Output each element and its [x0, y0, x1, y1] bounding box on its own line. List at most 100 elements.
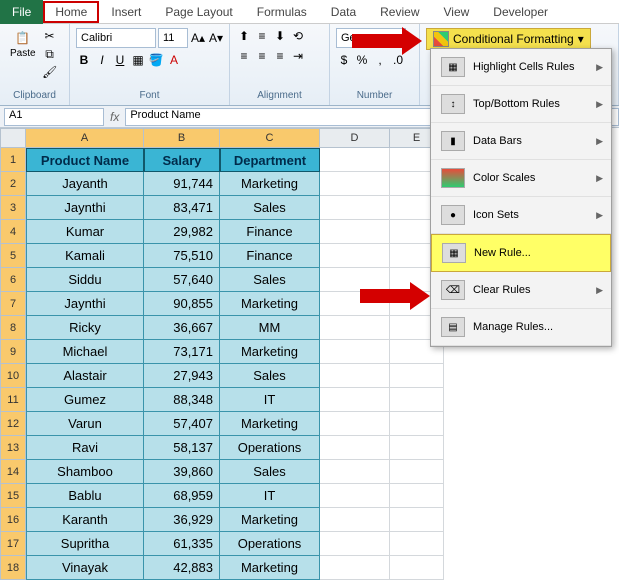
- empty-cell[interactable]: [320, 196, 390, 220]
- empty-cell[interactable]: [320, 388, 390, 412]
- row-header[interactable]: 16: [0, 508, 26, 532]
- cut-icon[interactable]: ✂: [42, 28, 58, 44]
- row-header[interactable]: 11: [0, 388, 26, 412]
- tab-developer[interactable]: Developer: [481, 1, 560, 23]
- empty-cell[interactable]: [320, 340, 390, 364]
- row-header[interactable]: 14: [0, 460, 26, 484]
- row-header[interactable]: 4: [0, 220, 26, 244]
- data-cell[interactable]: Ravi: [26, 436, 144, 460]
- data-cell[interactable]: Sales: [220, 460, 320, 484]
- menu-icon-sets[interactable]: ● Icon Sets ▶: [431, 197, 611, 234]
- data-cell[interactable]: IT: [220, 484, 320, 508]
- empty-cell[interactable]: [320, 436, 390, 460]
- data-cell[interactable]: Bablu: [26, 484, 144, 508]
- tab-formulas[interactable]: Formulas: [245, 1, 319, 23]
- empty-cell[interactable]: [320, 364, 390, 388]
- underline-icon[interactable]: U: [112, 52, 128, 68]
- empty-cell[interactable]: [320, 412, 390, 436]
- col-header-a[interactable]: A: [26, 128, 144, 148]
- font-size-select[interactable]: 11: [158, 28, 188, 48]
- empty-cell[interactable]: [390, 556, 444, 580]
- bold-icon[interactable]: B: [76, 52, 92, 68]
- data-cell[interactable]: Marketing: [220, 412, 320, 436]
- empty-cell[interactable]: [320, 220, 390, 244]
- data-cell[interactable]: 90,855: [144, 292, 220, 316]
- data-cell[interactable]: Ricky: [26, 316, 144, 340]
- col-header-b[interactable]: B: [144, 128, 220, 148]
- data-cell[interactable]: 36,929: [144, 508, 220, 532]
- data-cell[interactable]: 75,510: [144, 244, 220, 268]
- data-cell[interactable]: 42,883: [144, 556, 220, 580]
- tab-view[interactable]: View: [432, 1, 482, 23]
- align-middle-icon[interactable]: ≡: [254, 28, 270, 44]
- currency-icon[interactable]: $: [336, 52, 352, 68]
- row-header[interactable]: 10: [0, 364, 26, 388]
- data-cell[interactable]: 39,860: [144, 460, 220, 484]
- data-cell[interactable]: 29,982: [144, 220, 220, 244]
- empty-cell[interactable]: [390, 508, 444, 532]
- empty-cell[interactable]: [320, 484, 390, 508]
- row-header[interactable]: 15: [0, 484, 26, 508]
- menu-clear-rules[interactable]: ⌫ Clear Rules ▶: [431, 272, 611, 309]
- data-cell[interactable]: Marketing: [220, 340, 320, 364]
- header-cell[interactable]: Product Name: [26, 148, 144, 172]
- menu-data-bars[interactable]: ▮ Data Bars ▶: [431, 123, 611, 160]
- data-cell[interactable]: 83,471: [144, 196, 220, 220]
- data-cell[interactable]: 61,335: [144, 532, 220, 556]
- data-cell[interactable]: Marketing: [220, 292, 320, 316]
- data-cell[interactable]: Supritha: [26, 532, 144, 556]
- menu-manage-rules[interactable]: ▤ Manage Rules...: [431, 309, 611, 346]
- grow-font-icon[interactable]: A▴: [190, 30, 206, 46]
- empty-cell[interactable]: [320, 316, 390, 340]
- name-box[interactable]: A1: [4, 108, 104, 126]
- row-header[interactable]: 13: [0, 436, 26, 460]
- row-header[interactable]: 1: [0, 148, 26, 172]
- empty-cell[interactable]: [320, 508, 390, 532]
- align-center-icon[interactable]: ≡: [254, 48, 270, 64]
- empty-cell[interactable]: [320, 460, 390, 484]
- data-cell[interactable]: Finance: [220, 220, 320, 244]
- data-cell[interactable]: Sales: [220, 364, 320, 388]
- empty-cell[interactable]: [320, 172, 390, 196]
- fill-color-icon[interactable]: 🪣: [148, 52, 164, 68]
- data-cell[interactable]: IT: [220, 388, 320, 412]
- align-left-icon[interactable]: ≡: [236, 48, 252, 64]
- tab-data[interactable]: Data: [319, 1, 368, 23]
- col-header-c[interactable]: C: [220, 128, 320, 148]
- empty-cell[interactable]: [390, 460, 444, 484]
- data-cell[interactable]: Jayanth: [26, 172, 144, 196]
- row-header[interactable]: 12: [0, 412, 26, 436]
- empty-cell[interactable]: [320, 148, 390, 172]
- empty-cell[interactable]: [390, 532, 444, 556]
- select-all-corner[interactable]: [0, 128, 26, 148]
- row-header[interactable]: 17: [0, 532, 26, 556]
- align-right-icon[interactable]: ≡: [272, 48, 288, 64]
- empty-cell[interactable]: [320, 556, 390, 580]
- data-cell[interactable]: Alastair: [26, 364, 144, 388]
- italic-icon[interactable]: I: [94, 52, 110, 68]
- row-header[interactable]: 5: [0, 244, 26, 268]
- data-cell[interactable]: 58,137: [144, 436, 220, 460]
- empty-cell[interactable]: [390, 388, 444, 412]
- empty-cell[interactable]: [390, 412, 444, 436]
- conditional-formatting-button[interactable]: Conditional Formatting ▾: [426, 28, 591, 50]
- paste-button[interactable]: 📋 Paste: [6, 28, 40, 61]
- data-cell[interactable]: Marketing: [220, 556, 320, 580]
- data-cell[interactable]: Gumez: [26, 388, 144, 412]
- row-header[interactable]: 8: [0, 316, 26, 340]
- row-header[interactable]: 6: [0, 268, 26, 292]
- empty-cell[interactable]: [390, 484, 444, 508]
- tab-page-layout[interactable]: Page Layout: [153, 1, 244, 23]
- row-header[interactable]: 7: [0, 292, 26, 316]
- font-name-select[interactable]: Calibri: [76, 28, 156, 48]
- data-cell[interactable]: Siddu: [26, 268, 144, 292]
- data-cell[interactable]: Sales: [220, 196, 320, 220]
- tab-home[interactable]: Home: [43, 1, 99, 23]
- data-cell[interactable]: Marketing: [220, 508, 320, 532]
- row-header[interactable]: 3: [0, 196, 26, 220]
- data-cell[interactable]: 57,640: [144, 268, 220, 292]
- menu-new-rule[interactable]: ▦ New Rule...: [431, 234, 611, 272]
- data-cell[interactable]: 88,348: [144, 388, 220, 412]
- empty-cell[interactable]: [320, 244, 390, 268]
- menu-top-bottom[interactable]: ↕ Top/Bottom Rules ▶: [431, 86, 611, 123]
